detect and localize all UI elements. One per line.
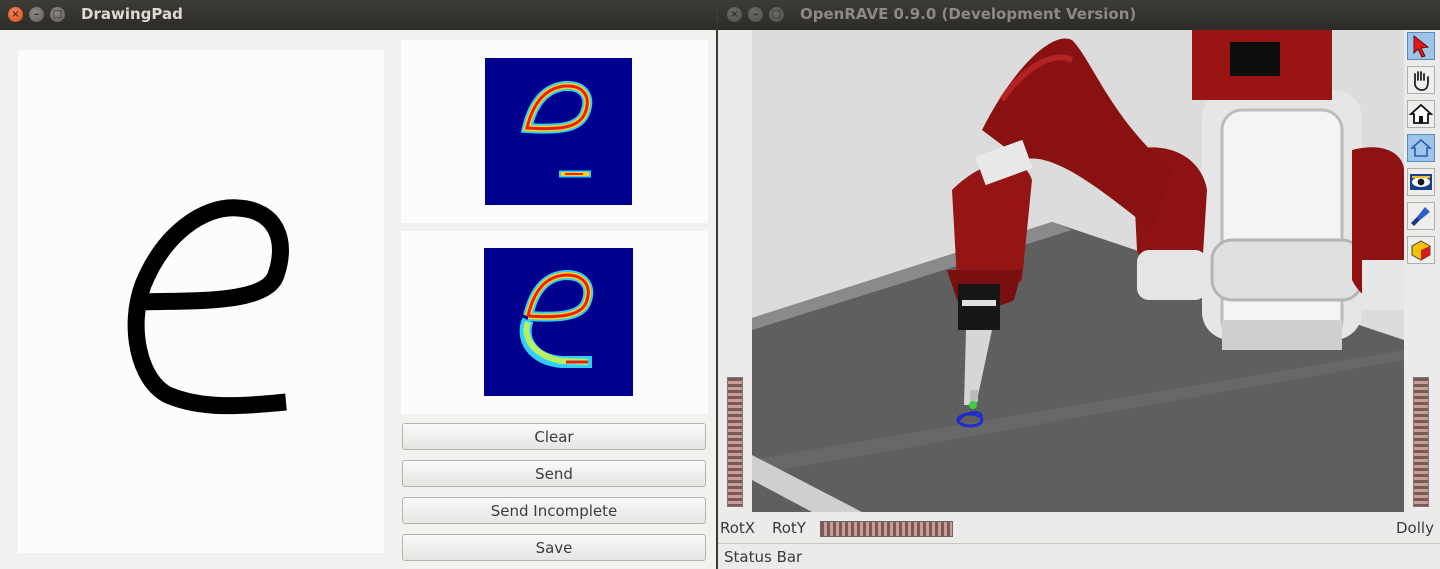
send-button[interactable]: Send: [402, 460, 706, 487]
3d-viewport[interactable]: [752, 30, 1404, 512]
minimize-icon[interactable]: –: [29, 7, 44, 22]
headlight-icon[interactable]: [1407, 236, 1435, 264]
status-bar: Status Bar: [724, 548, 803, 566]
roty-label: RotY: [772, 519, 806, 537]
home-view-icon[interactable]: [1407, 100, 1435, 128]
send-incomplete-button[interactable]: Send Incomplete: [402, 497, 706, 524]
rotx-label: RotX: [720, 519, 756, 537]
clear-button[interactable]: Clear: [402, 423, 706, 450]
close-icon[interactable]: ×: [727, 7, 742, 22]
prediction-heatmap: [485, 58, 632, 205]
eye-seek-icon[interactable]: [1407, 168, 1435, 196]
drawing-canvas[interactable]: [18, 50, 384, 553]
preview-panel-1: [401, 40, 708, 223]
robot-scene: [752, 30, 1404, 512]
rotx-slider-vertical[interactable]: [727, 377, 743, 507]
preview-panel-2: [401, 231, 708, 414]
dolly-slider-vertical[interactable]: [1413, 377, 1429, 507]
openrave-titlebar: × – □ OpenRAVE 0.9.0 (Development Versio…: [718, 0, 1440, 30]
maximize-icon[interactable]: □: [769, 7, 784, 22]
flashlight-icon[interactable]: [1407, 202, 1435, 230]
maximize-icon[interactable]: □: [50, 7, 65, 22]
dolly-label: Dolly: [1396, 519, 1434, 537]
openrave-window: × – □ OpenRAVE 0.9.0 (Development Versio…: [718, 0, 1440, 569]
view-all-icon[interactable]: [1407, 134, 1435, 162]
status-divider: [718, 543, 1440, 544]
select-arrow-icon[interactable]: [1407, 32, 1435, 60]
drawingpad-window: × – □ DrawingPad Clear Send Send Incompl…: [0, 0, 716, 569]
close-icon[interactable]: ×: [8, 7, 23, 22]
reconstruction-heatmap: [484, 248, 633, 396]
drawingpad-titlebar: × – □ DrawingPad: [0, 0, 716, 30]
window-title: OpenRAVE 0.9.0 (Development Version): [800, 5, 1137, 23]
roty-slider[interactable]: [820, 521, 953, 537]
save-button[interactable]: Save: [402, 534, 706, 561]
window-title: DrawingPad: [81, 5, 183, 23]
handwritten-stroke: [127, 199, 289, 415]
hand-pan-icon[interactable]: [1407, 66, 1435, 94]
minimize-icon[interactable]: –: [748, 7, 763, 22]
